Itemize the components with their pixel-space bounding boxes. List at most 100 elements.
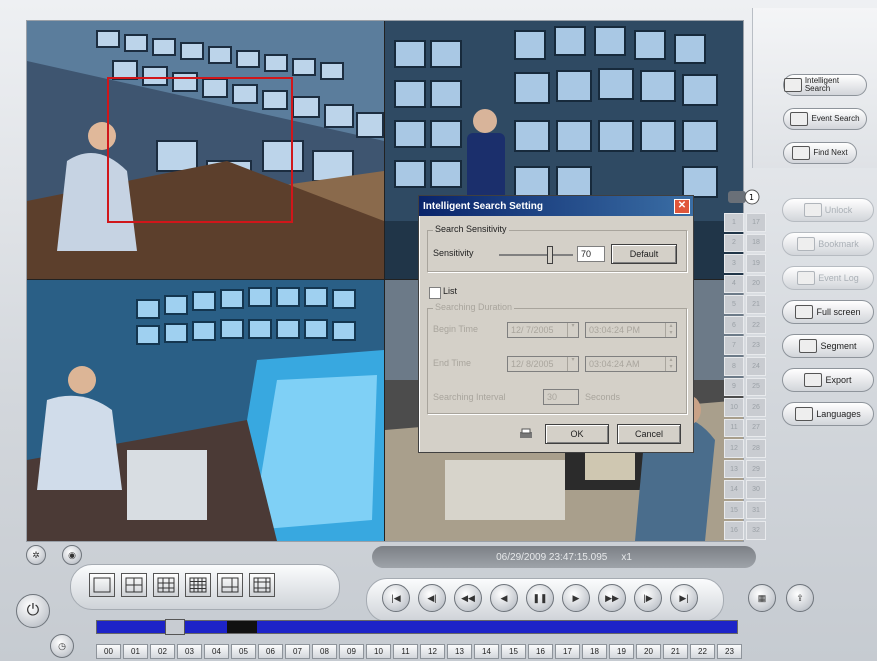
- channel-cell[interactable]: 32: [746, 521, 766, 540]
- begin-date-field[interactable]: 12/ 7/2005 ▾: [507, 322, 579, 338]
- audio-off-icon[interactable]: ◉: [62, 545, 82, 565]
- unlock-button[interactable]: Unlock: [782, 198, 874, 222]
- hour-button[interactable]: 11: [393, 644, 418, 659]
- hour-button[interactable]: 23: [717, 644, 742, 659]
- hour-button[interactable]: 17: [555, 644, 580, 659]
- hour-button[interactable]: 20: [636, 644, 661, 659]
- timeline-handle[interactable]: [165, 619, 185, 635]
- channel-cell[interactable]: 7: [724, 336, 744, 355]
- channel-cell[interactable]: 9: [724, 377, 744, 397]
- hour-button[interactable]: 14: [474, 644, 499, 659]
- hour-button[interactable]: 19: [609, 644, 634, 659]
- end-date-field[interactable]: 12/ 8/2005 ▾: [507, 356, 579, 372]
- sensitivity-value-field[interactable]: 70: [577, 246, 605, 262]
- channel-cell[interactable]: 25: [746, 377, 766, 397]
- layout-4-icon[interactable]: [121, 573, 147, 597]
- sensitivity-slider-track[interactable]: [499, 254, 573, 256]
- channel-cell[interactable]: 5: [724, 295, 744, 314]
- channel-cell[interactable]: 21: [746, 295, 766, 314]
- channel-cell[interactable]: 14: [724, 480, 744, 499]
- channel-cell[interactable]: 3: [724, 254, 744, 273]
- segment-button[interactable]: Segment: [782, 334, 874, 358]
- hour-button[interactable]: 22: [690, 644, 715, 659]
- hour-button[interactable]: 03: [177, 644, 202, 659]
- hour-button[interactable]: 15: [501, 644, 526, 659]
- camera-view-1[interactable]: [27, 21, 384, 279]
- channel-cell[interactable]: 31: [746, 500, 766, 520]
- layout-13-icon[interactable]: [249, 573, 275, 597]
- channel-cell[interactable]: 13: [724, 459, 744, 479]
- list-checkbox[interactable]: [429, 287, 441, 299]
- end-time-field[interactable]: 03:04:24 AM ▴ ▾: [585, 356, 677, 372]
- power-icon[interactable]: ⏻: [16, 594, 50, 628]
- hour-button[interactable]: 01: [123, 644, 148, 659]
- layout-9-icon[interactable]: [153, 573, 179, 597]
- hour-button[interactable]: 10: [366, 644, 391, 659]
- channel-cell[interactable]: 17: [746, 213, 766, 232]
- hour-button[interactable]: 08: [312, 644, 337, 659]
- channel-cell[interactable]: 4: [724, 274, 744, 294]
- find-next-button[interactable]: Find Next: [783, 142, 857, 164]
- event-search-button[interactable]: Event Search: [783, 108, 867, 130]
- printer-icon[interactable]: [519, 428, 533, 440]
- date-icon[interactable]: ▦: [748, 584, 776, 612]
- channel-cell[interactable]: 23: [746, 336, 766, 355]
- interval-field[interactable]: 30: [543, 389, 579, 405]
- hour-button[interactable]: 09: [339, 644, 364, 659]
- begin-time-field[interactable]: 03:04:24 PM ▴ ▾: [585, 322, 677, 338]
- channel-cell[interactable]: 1: [724, 213, 744, 232]
- intelligent-search-button[interactable]: Intelligent Search: [783, 74, 867, 96]
- bookmark-button[interactable]: Bookmark: [782, 232, 874, 256]
- hour-button[interactable]: 05: [231, 644, 256, 659]
- full-screen-button[interactable]: Full screen: [782, 300, 874, 324]
- motion-detection-box[interactable]: [107, 77, 293, 223]
- last-frame-icon[interactable]: ▶|: [670, 584, 698, 612]
- default-button[interactable]: Default: [611, 244, 677, 264]
- channel-cell[interactable]: 10: [724, 398, 744, 417]
- channel-cell[interactable]: 28: [746, 439, 766, 458]
- channel-cell[interactable]: 19: [746, 254, 766, 273]
- channel-cell[interactable]: 20: [746, 274, 766, 294]
- channel-cell[interactable]: 26: [746, 398, 766, 417]
- hour-button[interactable]: 13: [447, 644, 472, 659]
- hour-button[interactable]: 18: [582, 644, 607, 659]
- event-log-button[interactable]: Event Log: [782, 266, 874, 290]
- hour-button[interactable]: 07: [285, 644, 310, 659]
- camera-view-3[interactable]: [27, 280, 384, 541]
- play-icon[interactable]: ▶: [562, 584, 590, 612]
- close-icon[interactable]: ✕: [674, 199, 690, 214]
- hour-button[interactable]: 00: [96, 644, 121, 659]
- layout-1-icon[interactable]: [89, 573, 115, 597]
- hour-button[interactable]: 21: [663, 644, 688, 659]
- channel-cell[interactable]: 30: [746, 480, 766, 499]
- next-frame-icon[interactable]: |▶: [634, 584, 662, 612]
- timeline-bar[interactable]: [96, 619, 738, 635]
- languages-button[interactable]: Languages: [782, 402, 874, 426]
- channel-cell[interactable]: 2: [724, 233, 744, 253]
- hour-button[interactable]: 12: [420, 644, 445, 659]
- hour-button[interactable]: 16: [528, 644, 553, 659]
- export-button[interactable]: Export: [782, 368, 874, 392]
- first-frame-icon[interactable]: |◀: [382, 584, 410, 612]
- hour-button[interactable]: 06: [258, 644, 283, 659]
- channel-cell[interactable]: 15: [724, 500, 744, 520]
- open-file-icon[interactable]: ⇪: [786, 584, 814, 612]
- layout-16-icon[interactable]: [185, 573, 211, 597]
- channel-cell[interactable]: 18: [746, 233, 766, 253]
- hour-button[interactable]: 04: [204, 644, 229, 659]
- play-backward-icon[interactable]: ◀: [490, 584, 518, 612]
- channel-cell[interactable]: 6: [724, 315, 744, 335]
- channel-cell[interactable]: 8: [724, 356, 744, 376]
- prev-frame-icon[interactable]: ◀|: [418, 584, 446, 612]
- hour-button[interactable]: 02: [150, 644, 175, 659]
- channel-cell[interactable]: 11: [724, 418, 744, 438]
- layout-6-icon[interactable]: [217, 573, 243, 597]
- channel-cell[interactable]: 27: [746, 418, 766, 438]
- rewind-icon[interactable]: ◀◀: [454, 584, 482, 612]
- fast-forward-icon[interactable]: ▶▶: [598, 584, 626, 612]
- channel-cell[interactable]: 16: [724, 521, 744, 540]
- sensitivity-slider-thumb[interactable]: [547, 246, 553, 264]
- pause-icon[interactable]: ❚❚: [526, 584, 554, 612]
- channel-cell[interactable]: 29: [746, 459, 766, 479]
- camera-select-icon[interactable]: 1: [724, 186, 764, 208]
